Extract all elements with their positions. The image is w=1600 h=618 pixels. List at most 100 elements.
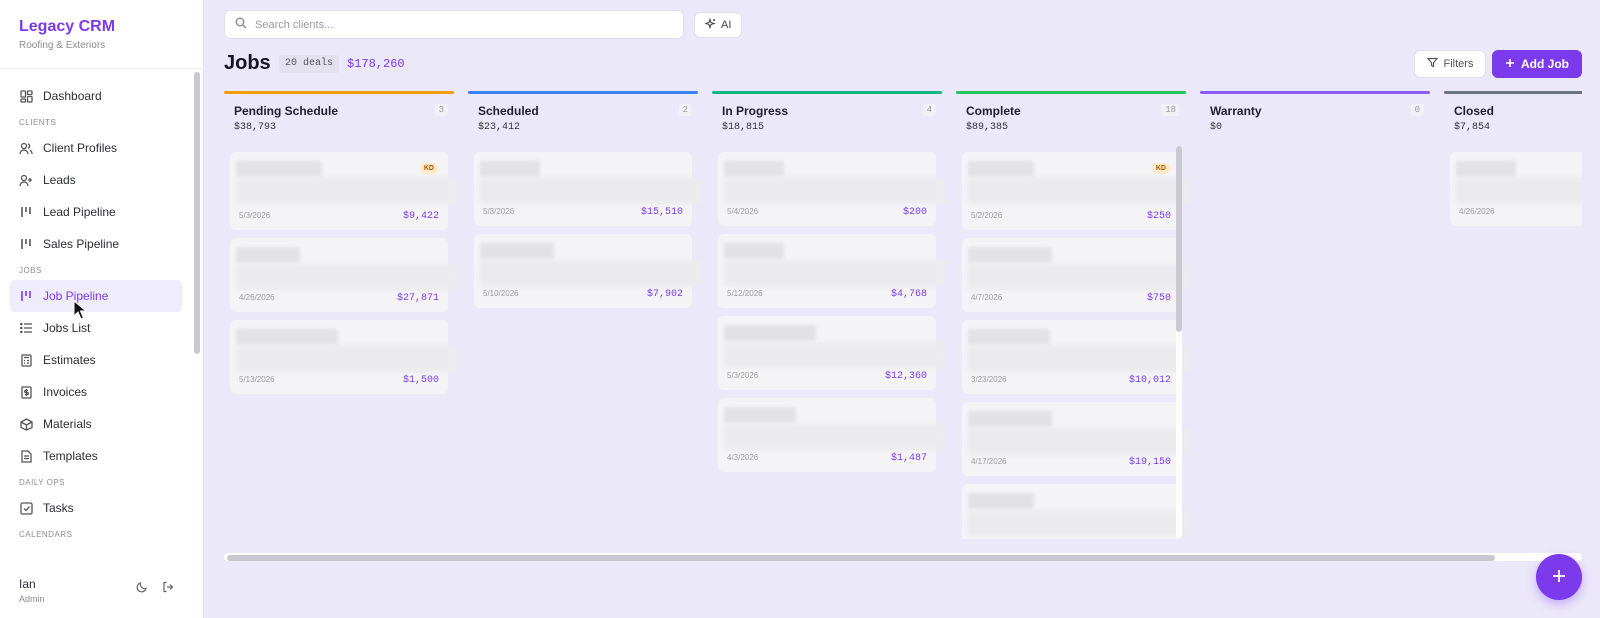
fab-add-button[interactable] bbox=[1536, 554, 1582, 600]
sidebar-item-templates[interactable]: Templates bbox=[10, 440, 182, 472]
column-value: $38,793 bbox=[234, 122, 277, 133]
column-count: 0 bbox=[1410, 104, 1424, 116]
column-scrollbar[interactable] bbox=[1176, 146, 1182, 332]
search-input[interactable] bbox=[255, 18, 655, 31]
assignee-badge: KD bbox=[1151, 163, 1170, 174]
user-profile[interactable]: Ian Admin bbox=[19, 577, 45, 604]
list-icon bbox=[19, 321, 33, 335]
job-date: 5/10/2026 bbox=[483, 289, 519, 298]
sidebar-item-label: Client Profiles bbox=[43, 141, 118, 155]
brand-name[interactable]: Legacy CRM bbox=[19, 18, 184, 36]
sidebar-item-invoices[interactable]: Invoices bbox=[10, 376, 182, 408]
board-column: Pending Schedule $38,793 3 KD 5/3/2026 $9,422… bbox=[224, 91, 458, 539]
kanban-icon bbox=[19, 205, 33, 219]
job-date: 5/3/2026 bbox=[727, 371, 759, 380]
sidebar-item-lead-pipeline[interactable]: Lead Pipeline bbox=[10, 196, 182, 228]
dashboard-icon bbox=[19, 89, 33, 103]
plus-icon bbox=[1551, 563, 1567, 591]
job-card[interactable]: 4/17/2026 $19,150 bbox=[962, 402, 1190, 476]
ai-button[interactable]: AI bbox=[694, 12, 743, 38]
redacted-job-details bbox=[236, 264, 458, 290]
job-card[interactable]: 3/23/2026 $10,012 bbox=[962, 320, 1190, 394]
job-date: 5/12/2026 bbox=[727, 289, 763, 298]
column-header: Closed $7,854 bbox=[1444, 94, 1582, 146]
column-title: In Progress bbox=[722, 104, 789, 118]
sidebar-item-leads[interactable]: Leads bbox=[10, 164, 182, 196]
job-amount: $1,487 bbox=[890, 453, 927, 464]
sidebar-item-tasks[interactable]: Tasks bbox=[10, 492, 182, 524]
sidebar-item-materials[interactable]: Materials bbox=[10, 408, 182, 440]
sidebar-item-client-profiles[interactable]: Client Profiles bbox=[10, 132, 182, 164]
column-value: $0 bbox=[1210, 122, 1223, 133]
column-title: Complete bbox=[966, 104, 1021, 118]
sidebar-item-job-pipeline[interactable]: Job Pipeline bbox=[10, 280, 182, 312]
sidebar-item-label: Leads bbox=[43, 173, 76, 187]
board-column: Scheduled $23,412 2 5/3/2026 $15,510 5/10/202… bbox=[468, 91, 702, 539]
job-card[interactable]: 4/26/2026 bbox=[1450, 152, 1582, 226]
logout-icon[interactable] bbox=[162, 580, 174, 598]
job-card[interactable]: 5/13/2026 $1,500 bbox=[230, 320, 458, 394]
board-scrollbar[interactable] bbox=[227, 555, 1495, 561]
redacted-client-name bbox=[968, 493, 1034, 509]
redacted-client-name bbox=[480, 161, 540, 177]
redacted-job-details bbox=[724, 260, 946, 286]
redacted-job-details bbox=[1456, 178, 1582, 204]
kanban-icon bbox=[19, 237, 33, 251]
users-icon bbox=[19, 141, 33, 155]
redacted-job-details bbox=[724, 342, 946, 368]
search-bar bbox=[224, 10, 684, 39]
column-header: In Progress $18,815 4 bbox=[712, 94, 942, 146]
job-date: 5/3/2026 bbox=[239, 211, 271, 220]
job-date: 4/26/2026 bbox=[1459, 207, 1495, 216]
board-column: Complete $89,385 18 KD 5/2/2026 $250 4/7/2026 $… bbox=[956, 91, 1190, 539]
job-card[interactable]: KD 5/3/2026 $9,422 bbox=[230, 152, 458, 230]
user-actions bbox=[136, 580, 174, 598]
job-amount: $1,500 bbox=[402, 375, 439, 386]
column-value: $18,815 bbox=[722, 122, 765, 133]
job-amount: $12,360 bbox=[884, 371, 927, 382]
job-amount: $19,150 bbox=[1128, 457, 1171, 468]
job-card[interactable]: 5/4/2026 $200 bbox=[718, 152, 946, 226]
section-clients: CLIENTS bbox=[19, 118, 57, 127]
job-card[interactable]: KD 5/2/2026 $250 bbox=[962, 152, 1190, 230]
redacted-client-name bbox=[724, 407, 796, 423]
job-card[interactable]: 5/10/2026 $7,902 bbox=[474, 234, 702, 308]
column-count: 18 bbox=[1161, 104, 1180, 116]
job-card[interactable]: 5/3/2026 $15,510 bbox=[474, 152, 702, 226]
job-amount: $15,510 bbox=[640, 207, 683, 218]
sidebar-item-sales-pipeline[interactable]: Sales Pipeline bbox=[10, 228, 182, 260]
job-amount: $750 bbox=[1146, 293, 1171, 304]
sidebar-item-label: Dashboard bbox=[43, 89, 102, 103]
column-cards: 4/26/2026 bbox=[1444, 146, 1582, 226]
sidebar-scrollbar[interactable] bbox=[194, 72, 200, 354]
assignee-badge: KD bbox=[419, 163, 438, 174]
user-role: Admin bbox=[19, 594, 45, 604]
sidebar-item-dashboard[interactable]: Dashboard bbox=[10, 80, 182, 112]
column-title: Warranty bbox=[1210, 104, 1262, 118]
redacted-client-name bbox=[724, 161, 784, 177]
job-amount: $10,012 bbox=[1128, 375, 1171, 386]
job-card[interactable]: 4/26/2026 $27,871 bbox=[230, 238, 458, 312]
add-job-button[interactable]: Add Job bbox=[1492, 50, 1582, 78]
job-card[interactable]: 5/3/2026 $12,360 bbox=[718, 316, 946, 390]
job-date: 3/23/2026 bbox=[971, 375, 1007, 384]
job-amount: $9,422 bbox=[402, 211, 439, 222]
sidebar-item-estimates[interactable]: Estimates bbox=[10, 344, 182, 376]
job-card[interactable]: 4/7/2026 $750 bbox=[962, 238, 1190, 312]
column-cards: 5/4/2026 $200 5/12/2026 $4,768 5/3/2026 $12,3… bbox=[712, 146, 946, 472]
job-card[interactable] bbox=[962, 484, 1190, 539]
redacted-client-name bbox=[236, 329, 338, 345]
deals-count-badge: 20 deals bbox=[279, 55, 340, 73]
redacted-job-details bbox=[236, 346, 458, 372]
column-count: 4 bbox=[922, 104, 936, 116]
filters-button[interactable]: Filters bbox=[1414, 50, 1486, 78]
moon-icon[interactable] bbox=[136, 580, 148, 598]
sidebar-item-label: Materials bbox=[43, 417, 92, 431]
redacted-client-name bbox=[968, 161, 1034, 177]
job-card[interactable]: 5/12/2026 $4,768 bbox=[718, 234, 946, 308]
kanban-board: Pending Schedule $38,793 3 KD 5/3/2026 $9,422… bbox=[224, 91, 1582, 539]
sidebar-item-jobs-list[interactable]: Jobs List bbox=[10, 312, 182, 344]
job-card[interactable]: 4/3/2026 $1,487 bbox=[718, 398, 946, 472]
section-jobs: JOBS bbox=[19, 266, 42, 275]
sidebar-item-label: Sales Pipeline bbox=[43, 237, 120, 251]
